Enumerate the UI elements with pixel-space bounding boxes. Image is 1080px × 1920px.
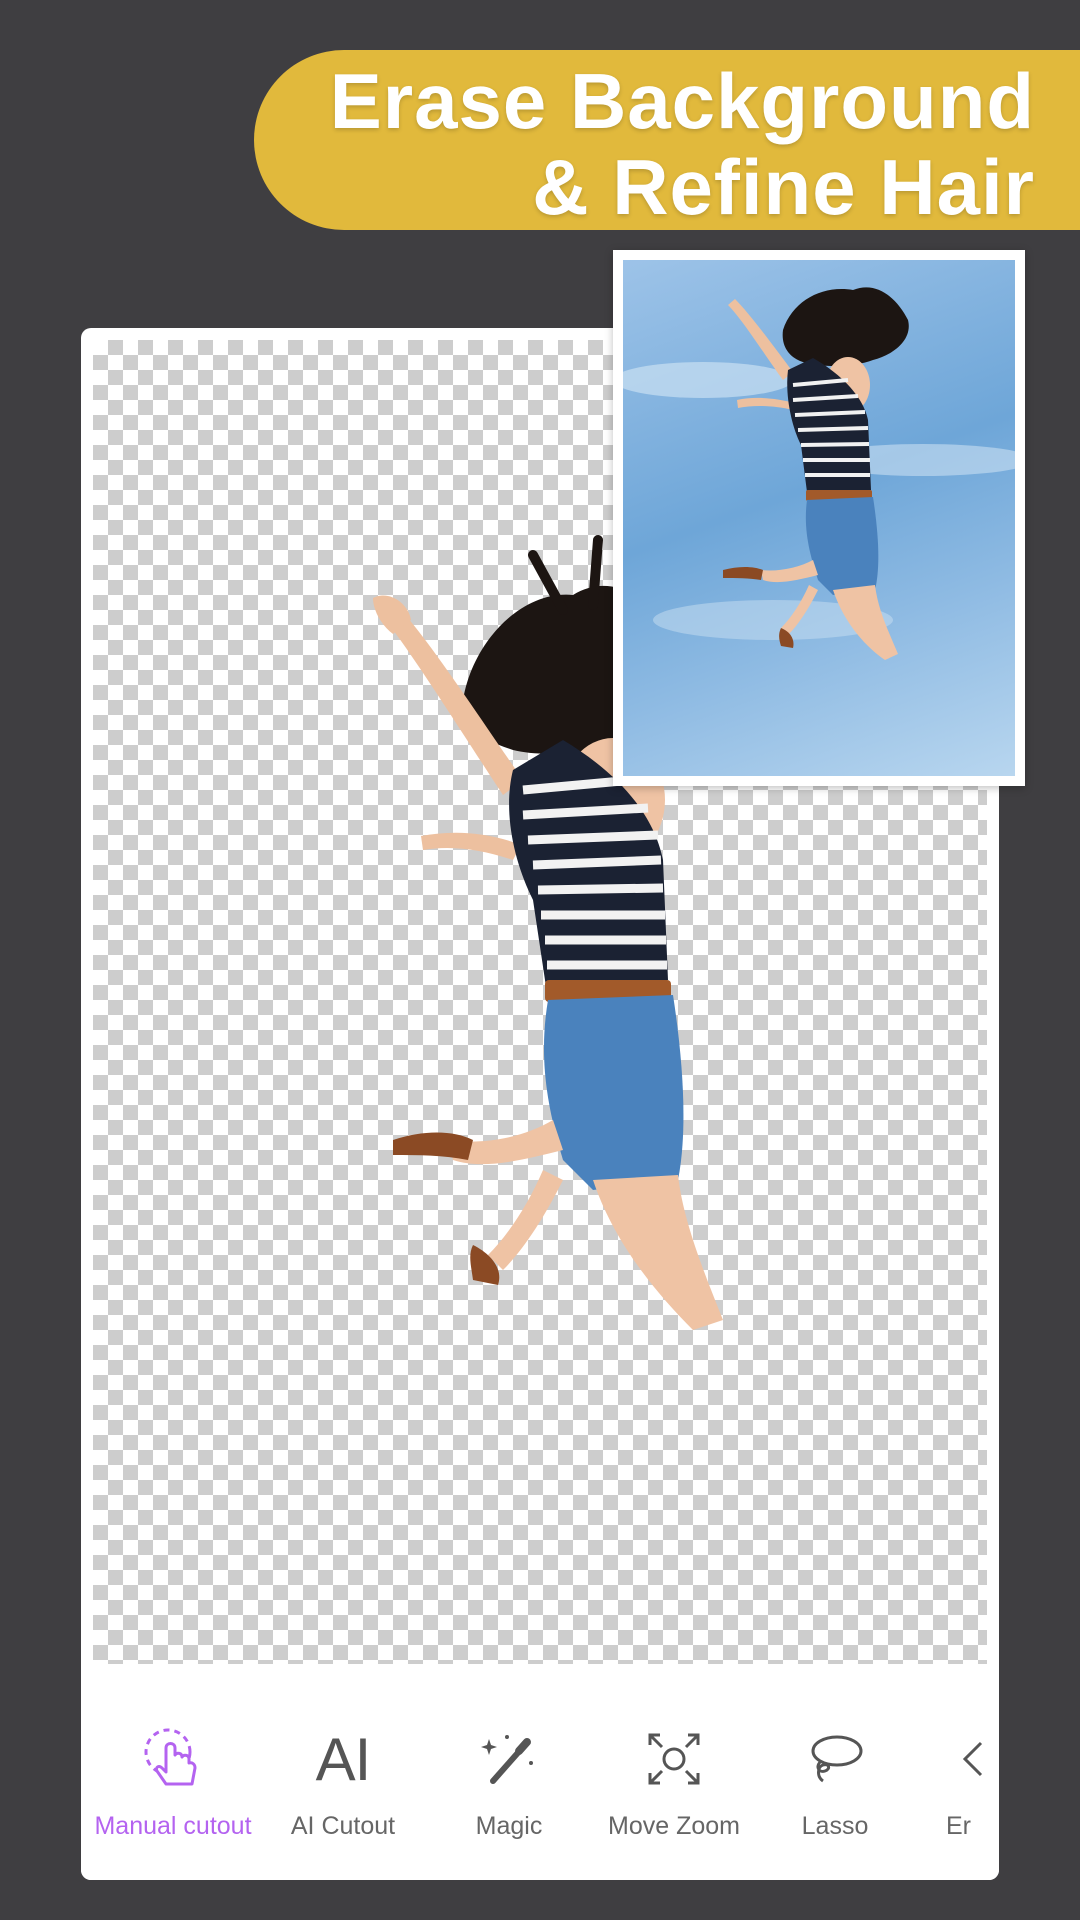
tool-eraser[interactable]: Er bbox=[906, 1664, 999, 1880]
tool-magic[interactable]: Magic bbox=[424, 1664, 594, 1880]
tool-label: Magic bbox=[475, 1812, 543, 1840]
headline-line-1: Erase Background bbox=[329, 57, 1035, 145]
ai-text-icon: AI bbox=[308, 1724, 378, 1794]
tool-manual-cutout[interactable]: Manual cutout bbox=[88, 1664, 258, 1880]
original-photo-subject bbox=[623, 287, 1015, 660]
lasso-icon bbox=[800, 1724, 870, 1794]
tool-bar: Manual cutout AI AI Cutout Magic Move Zo… bbox=[81, 1664, 999, 1880]
tool-label: Lasso bbox=[801, 1812, 869, 1840]
eraser-icon bbox=[946, 1724, 999, 1794]
original-photo-preview bbox=[613, 250, 1025, 786]
tool-label: AI Cutout bbox=[290, 1812, 396, 1840]
tool-move-zoom[interactable]: Move Zoom bbox=[589, 1664, 759, 1880]
headline-line-2: & Refine Hair bbox=[532, 143, 1035, 231]
original-photo bbox=[623, 260, 1015, 776]
tool-label: Er bbox=[946, 1812, 971, 1840]
headline-text: Erase Background & Refine Hair bbox=[330, 58, 1035, 230]
headline-banner: Erase Background & Refine Hair bbox=[254, 50, 1080, 230]
tool-lasso[interactable]: Lasso bbox=[750, 1664, 920, 1880]
ai-glyph: AI bbox=[315, 1725, 372, 1793]
hand-pointer-icon bbox=[138, 1724, 208, 1794]
magic-wand-icon bbox=[474, 1724, 544, 1794]
tool-label: Move Zoom bbox=[608, 1812, 740, 1840]
tool-label: Manual cutout bbox=[94, 1812, 252, 1840]
tool-ai-cutout[interactable]: AI AI Cutout bbox=[258, 1664, 428, 1880]
move-zoom-icon bbox=[639, 1724, 709, 1794]
